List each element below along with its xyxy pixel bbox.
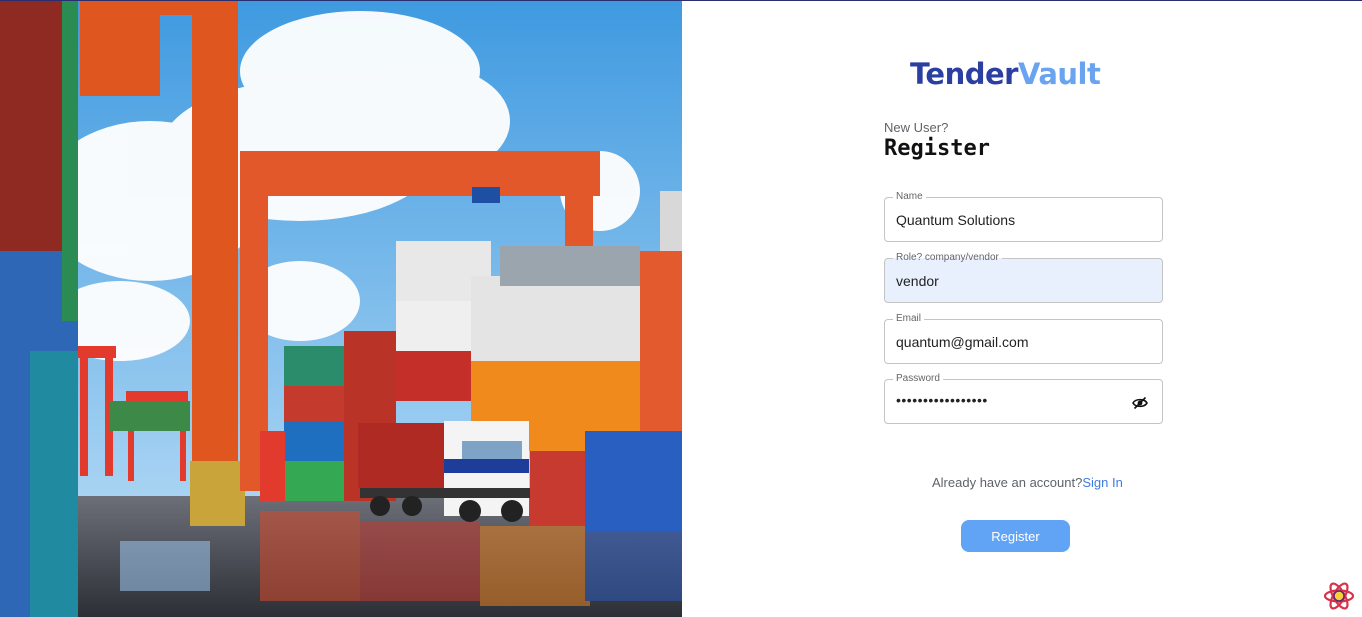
react-atom-icon[interactable] [1322, 579, 1356, 613]
email-field-value[interactable]: quantum@gmail.com [896, 334, 1029, 350]
name-field-label: Name [893, 191, 926, 203]
register-button[interactable]: Register [961, 520, 1070, 552]
brand-logo-part1: Tender [910, 57, 1018, 91]
sign-in-link[interactable]: Sign In [1082, 475, 1122, 490]
brand-logo-part2: Vault [1017, 57, 1101, 91]
password-field[interactable]: Password ••••••••••••••••• [884, 373, 1163, 424]
new-user-caption: New User? [884, 120, 949, 135]
signin-prompt-text: Already have an account? [932, 475, 1083, 490]
name-field[interactable]: Name Quantum Solutions [884, 191, 1163, 242]
brand-logo: TenderVault [910, 57, 1101, 91]
email-field-label: Email [893, 313, 925, 325]
email-field[interactable]: Email quantum@gmail.com [884, 313, 1163, 364]
eye-off-icon[interactable] [1132, 395, 1148, 411]
signin-prompt-row: Already have an account?Sign In [932, 475, 1123, 490]
role-field-value[interactable]: vendor [896, 273, 939, 289]
hero-image [0, 1, 682, 617]
role-field[interactable]: Role? company/vendor vendor [884, 252, 1163, 303]
role-field-label: Role? company/vendor [893, 252, 1002, 264]
register-form-panel: TenderVault New User? Register Name Quan… [682, 1, 1362, 617]
password-field-value[interactable]: ••••••••••••••••• [896, 392, 988, 408]
password-field-label: Password [893, 373, 943, 385]
name-field-value[interactable]: Quantum Solutions [896, 212, 1015, 228]
page-title: Register [884, 136, 990, 161]
register-page: TenderVault New User? Register Name Quan… [0, 0, 1362, 617]
